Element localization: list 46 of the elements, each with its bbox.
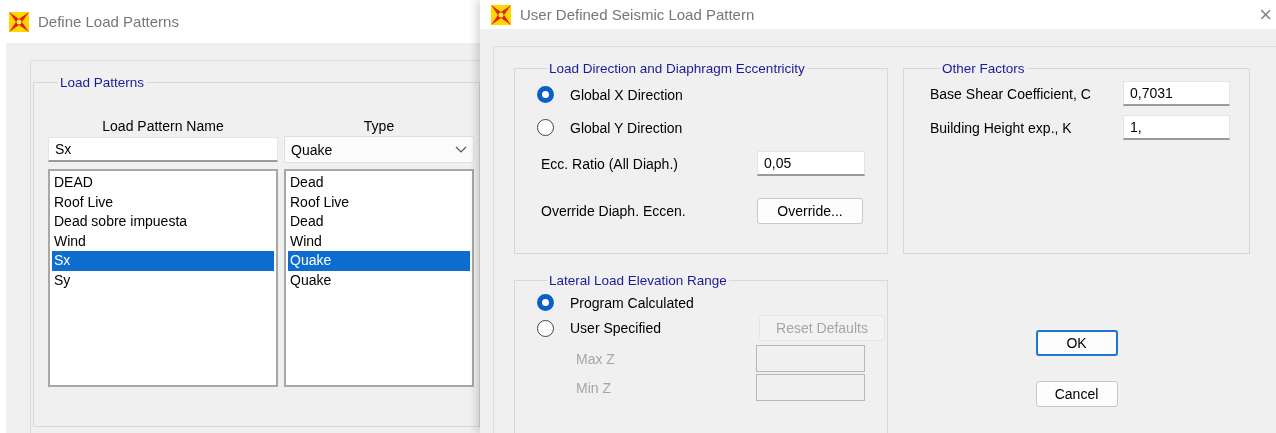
- radio-label: Global X Direction: [570, 86, 683, 103]
- field-label: Building Height exp., K: [930, 119, 1073, 136]
- group-title: Lateral Load Elevation Range: [548, 273, 728, 288]
- column-header: Type: [362, 118, 396, 134]
- radio-button[interactable]: [537, 86, 554, 103]
- factor-field[interactable]: 1,: [1123, 115, 1230, 140]
- radio-button[interactable]: [537, 119, 554, 136]
- list-item[interactable]: Dead: [288, 173, 470, 193]
- factor-field[interactable]: 0,7031: [1123, 81, 1230, 106]
- ecc-ratio-field[interactable]: 0,05: [757, 151, 865, 176]
- list-item[interactable]: Wind: [288, 231, 470, 251]
- group-title: Other Factors: [941, 61, 1026, 76]
- group-title: Load Patterns: [59, 75, 146, 90]
- column-header: Load Pattern Name: [101, 118, 225, 134]
- list-item[interactable]: Sy: [52, 270, 274, 290]
- app-logo-icon: [490, 3, 512, 26]
- ok-button[interactable]: OK: [1035, 330, 1118, 356]
- cancel-button[interactable]: Cancel: [1035, 381, 1118, 407]
- radio-label: User Specified: [570, 320, 662, 336]
- radio-label: Global Y Direction: [570, 119, 683, 136]
- list-item[interactable]: Dead: [288, 212, 470, 232]
- list-item[interactable]: Quake: [288, 270, 470, 290]
- radio-button[interactable]: [537, 294, 554, 311]
- field-label: Base Shear Coefficient, C: [930, 85, 1092, 102]
- list-item[interactable]: Wind: [52, 231, 274, 251]
- list-item[interactable]: Roof Live: [288, 192, 470, 212]
- field-label: Min Z: [576, 379, 612, 396]
- close-button[interactable]: ×: [1259, 1, 1272, 28]
- chevron-down-icon: [455, 145, 467, 154]
- list-item[interactable]: Dead sobre impuesta: [52, 212, 274, 232]
- field-label: Ecc. Ratio (All Diaph.): [541, 155, 679, 172]
- list-item[interactable]: DEAD: [52, 173, 274, 193]
- field-label: Max Z: [576, 350, 616, 367]
- group-title: Load Direction and Diaphragm Eccentricity: [548, 61, 806, 76]
- type-dropdown[interactable]: Quake: [284, 136, 474, 163]
- name-field[interactable]: Sx: [48, 137, 278, 162]
- app-logo-icon: [8, 10, 30, 33]
- list-item[interactable]: Quake: [288, 251, 470, 271]
- override-button[interactable]: Override...: [757, 198, 863, 224]
- radio-label: Program Calculated: [570, 294, 694, 311]
- list-item[interactable]: Roof Live: [52, 192, 274, 212]
- list-item[interactable]: Sx: [52, 251, 274, 271]
- radio-button[interactable]: [537, 319, 554, 337]
- window-title: Define Load Patterns: [38, 13, 179, 30]
- field-label: Override Diaph. Eccen.: [541, 203, 687, 219]
- window-title: User Defined Seismic Load Pattern: [520, 6, 755, 23]
